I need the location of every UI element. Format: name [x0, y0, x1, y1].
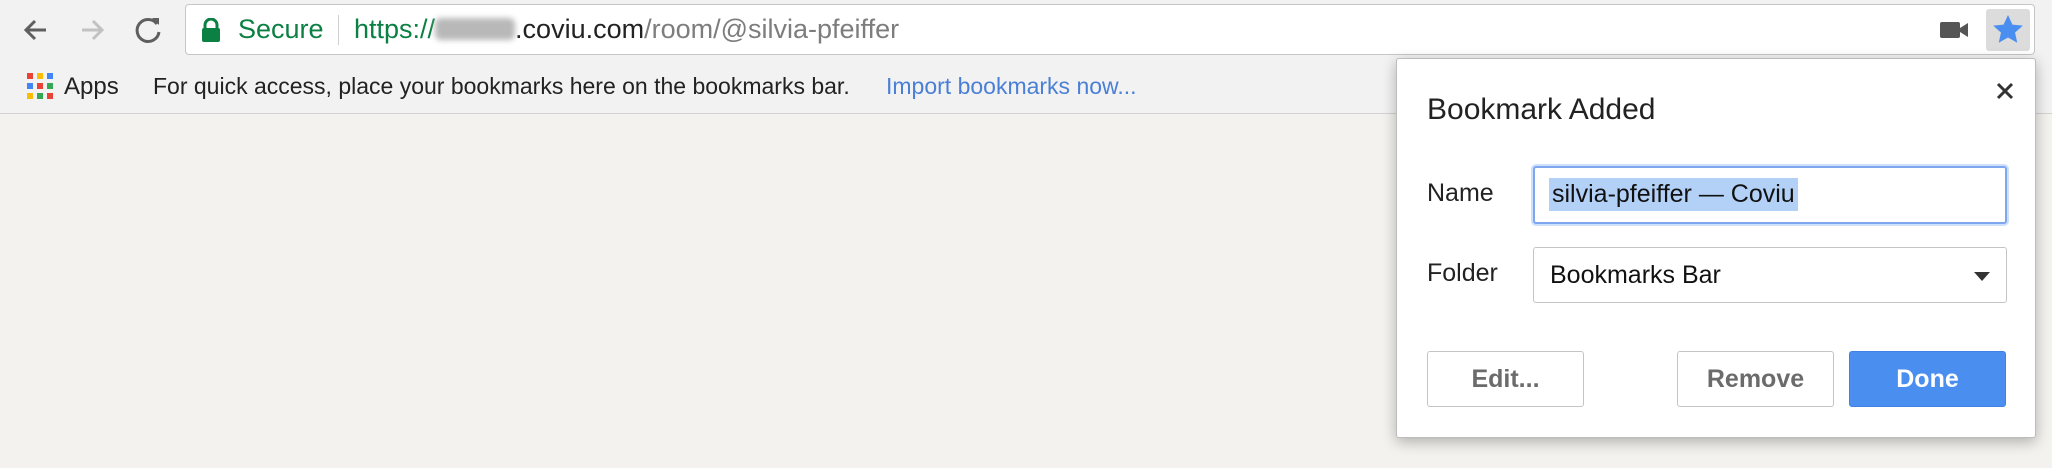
import-bookmarks-link[interactable]: Import bookmarks now...	[886, 73, 1137, 100]
url-scheme: https://	[354, 14, 436, 44]
bookmark-star-button[interactable]	[1986, 9, 2030, 51]
folder-dropdown[interactable]: Bookmarks Bar	[1533, 247, 2007, 303]
folder-label: Folder	[1427, 259, 1498, 287]
close-icon[interactable]	[1993, 79, 2017, 103]
bookmark-added-dialog: Bookmark Added Name silvia-pfeiffer — Co…	[1396, 58, 2036, 438]
reload-icon	[135, 17, 161, 43]
apps-shortcut[interactable]: Apps	[64, 73, 119, 101]
folder-selected-value: Bookmarks Bar	[1550, 261, 1721, 289]
browser-toolbar: Secure https:// .coviu.com/room/@silvia-p…	[0, 0, 2052, 62]
reload-button[interactable]	[128, 10, 168, 50]
apps-grid-icon[interactable]	[26, 72, 54, 100]
back-button[interactable]	[16, 10, 56, 50]
url-host: .coviu.com	[515, 14, 645, 44]
bookmark-name-value: silvia-pfeiffer — Coviu	[1549, 178, 1798, 211]
forward-button[interactable]	[72, 10, 112, 50]
secure-label: Secure	[238, 14, 324, 44]
lock-icon	[202, 18, 220, 42]
remove-button[interactable]: Remove	[1677, 351, 1834, 407]
back-arrow-icon	[23, 19, 46, 41]
video-camera-icon[interactable]	[1939, 19, 1969, 41]
omnibox-divider	[338, 15, 339, 45]
url-redacted-subdomain	[435, 18, 516, 40]
name-label: Name	[1427, 179, 1494, 207]
bookmark-name-field[interactable]: silvia-pfeiffer — Coviu	[1533, 166, 2007, 224]
url-path: /room/@silvia-pfeiffer	[644, 14, 900, 44]
dialog-title: Bookmark Added	[1427, 93, 1656, 126]
bookmarks-bar-hint: For quick access, place your bookmarks h…	[153, 73, 850, 99]
chevron-down-icon	[1974, 272, 1990, 281]
url-text: https:// .coviu.com/room/@silvia-pfeiffer	[354, 14, 899, 45]
forward-arrow-icon	[82, 19, 105, 41]
edit-button[interactable]: Edit...	[1427, 351, 1584, 407]
address-bar[interactable]: Secure https:// .coviu.com/room/@silvia-p…	[185, 4, 2035, 55]
star-icon	[1993, 15, 2023, 43]
done-button[interactable]: Done	[1849, 351, 2006, 407]
